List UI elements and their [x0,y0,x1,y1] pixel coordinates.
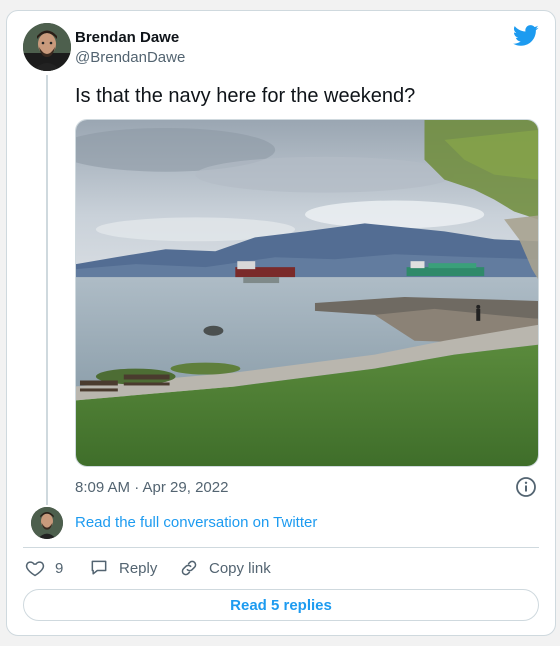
reply-label: Reply [119,559,158,577]
thread-line [46,75,48,505]
author-handle[interactable]: @BrendanDawe [75,49,185,66]
reply-button[interactable]: Reply [89,558,157,578]
author-avatar[interactable] [23,23,71,71]
copy-link-label: Copy link [209,559,271,577]
divider [23,547,539,548]
like-button[interactable]: 9 [25,558,63,578]
tweet-timestamp[interactable]: 8:09 AM · Apr 29, 2022 [75,479,228,496]
heart-icon [25,561,45,577]
read-replies-button[interactable]: Read 5 replies [23,589,539,621]
like-count: 9 [55,559,64,577]
speech-bubble-icon [91,560,107,575]
twitter-bird-icon[interactable] [513,25,539,47]
tweet-text: Is that the navy here for the weekend? [75,85,416,107]
link-icon [181,560,197,576]
author-name[interactable]: Brendan Dawe [75,29,179,46]
info-icon[interactable] [515,476,537,498]
conversation-avatar[interactable] [31,507,63,539]
copy-link-button[interactable]: Copy link [179,558,271,578]
read-conversation-link[interactable]: Read the full conversation on Twitter [75,514,317,531]
tweet-photo[interactable] [75,119,539,467]
tweet-card: Brendan Dawe @BrendanDawe Is that the na… [6,10,556,636]
